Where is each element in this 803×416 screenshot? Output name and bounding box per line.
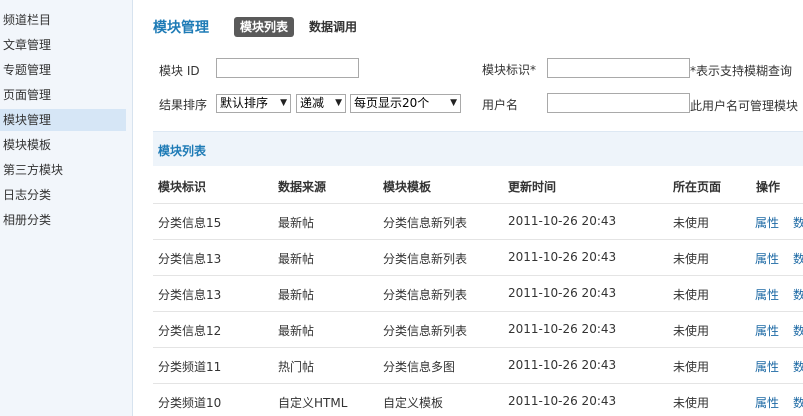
sidebar-item-channel[interactable]: 频道栏目 xyxy=(0,9,126,31)
table-row: 分类信息13 最新帖 分类信息新列表 2011-10-26 20:43 未使用 … xyxy=(153,239,803,275)
properties-link[interactable]: 属性 xyxy=(755,394,779,411)
data-link[interactable]: 数 xyxy=(793,286,803,303)
username-hint: 此用户名可管理模块 xyxy=(690,99,799,113)
sidebar-item-module-templates[interactable]: 模块模板 xyxy=(0,134,126,156)
username-label: 用户名 xyxy=(482,98,519,112)
module-mark-hint: *表示支持模糊查询 xyxy=(690,64,793,78)
cell-template: 自定义模板 xyxy=(383,396,444,410)
sidebar-item-album-categories[interactable]: 相册分类 xyxy=(0,209,126,231)
section-title: 模块列表 xyxy=(158,144,207,158)
table-row: 分类频道10 自定义HTML 自定义模板 2011-10-26 20:43 未使… xyxy=(153,383,803,416)
sidebar-item-blog-categories[interactable]: 日志分类 xyxy=(0,184,126,206)
column-header-mark: 模块标识 xyxy=(158,180,207,194)
module-mark-label-text: 模块标识 xyxy=(482,63,531,77)
cell-mark: 分类频道10 xyxy=(158,396,222,410)
cell-mark: 分类频道11 xyxy=(158,360,222,374)
data-link[interactable]: 数 xyxy=(793,394,803,411)
table-row: 分类信息12 最新帖 分类信息新列表 2011-10-26 20:43 未使用 … xyxy=(153,311,803,347)
cell-updated: 2011-10-26 20:43 xyxy=(508,394,617,408)
data-link[interactable]: 数 xyxy=(793,358,803,375)
sidebar: 频道栏目 文章管理 专题管理 页面管理 模块管理 模块模板 第三方模块 日志分类… xyxy=(0,0,133,416)
dropdown-arrow-icon: ▼ xyxy=(450,98,457,108)
cell-page: 未使用 xyxy=(673,288,710,302)
column-header-updated: 更新时间 xyxy=(508,180,557,194)
sort-select[interactable]: 默认排序 ▼ xyxy=(216,94,291,113)
cell-updated: 2011-10-26 20:43 xyxy=(508,358,617,372)
data-link[interactable]: 数 xyxy=(793,250,803,267)
per-page-select[interactable]: 每页显示20个 ▼ xyxy=(350,94,461,113)
module-mark-label: 模块标识* xyxy=(482,61,536,78)
cell-updated: 2011-10-26 20:43 xyxy=(508,322,617,336)
cell-template: 分类信息多图 xyxy=(383,360,456,374)
tab-data-call[interactable]: 数据调用 xyxy=(303,17,363,37)
module-mark-input[interactable] xyxy=(547,58,690,78)
cell-source: 热门帖 xyxy=(278,360,315,374)
module-id-label: 模块 ID xyxy=(159,64,200,78)
properties-link[interactable]: 属性 xyxy=(755,214,779,231)
cell-template: 分类信息新列表 xyxy=(383,324,468,338)
sidebar-item-topics[interactable]: 专题管理 xyxy=(0,59,126,81)
column-header-actions: 操作 xyxy=(756,180,781,194)
cell-page: 未使用 xyxy=(673,216,710,230)
cell-page: 未使用 xyxy=(673,360,710,374)
module-list-section-header: 模块列表 xyxy=(153,131,803,166)
cell-mark: 分类信息12 xyxy=(158,324,222,338)
cell-source: 最新帖 xyxy=(278,252,315,266)
properties-link[interactable]: 属性 xyxy=(755,358,779,375)
table-row: 分类信息13 最新帖 分类信息新列表 2011-10-26 20:43 未使用 … xyxy=(153,275,803,311)
cell-updated: 2011-10-26 20:43 xyxy=(508,214,617,228)
table-row: 分类信息15 最新帖 分类信息新列表 2011-10-26 20:43 未使用 … xyxy=(153,203,803,239)
properties-link[interactable]: 属性 xyxy=(755,286,779,303)
sidebar-item-modules[interactable]: 模块管理 xyxy=(0,109,126,131)
column-header-page: 所在页面 xyxy=(673,180,722,194)
cell-source: 最新帖 xyxy=(278,324,315,338)
data-link[interactable]: 数 xyxy=(793,214,803,231)
properties-link[interactable]: 属性 xyxy=(755,322,779,339)
sort-select-value: 默认排序 xyxy=(220,96,269,110)
cell-source: 最新帖 xyxy=(278,288,315,302)
cell-source: 最新帖 xyxy=(278,216,315,230)
cell-page: 未使用 xyxy=(673,396,710,410)
cell-template: 分类信息新列表 xyxy=(383,288,468,302)
table-row: 分类频道11 热门帖 分类信息多图 2011-10-26 20:43 未使用 属… xyxy=(153,347,803,383)
cell-updated: 2011-10-26 20:43 xyxy=(508,250,617,264)
sort-label: 结果排序 xyxy=(159,98,208,112)
sidebar-item-articles[interactable]: 文章管理 xyxy=(0,34,126,56)
username-input[interactable] xyxy=(547,93,690,113)
cell-page: 未使用 xyxy=(673,252,710,266)
order-select[interactable]: 递减 ▼ xyxy=(296,94,346,113)
sidebar-item-third-party[interactable]: 第三方模块 xyxy=(0,159,126,181)
properties-link[interactable]: 属性 xyxy=(755,250,779,267)
cell-template: 分类信息新列表 xyxy=(383,252,468,266)
per-page-select-value: 每页显示20个 xyxy=(354,96,430,110)
cell-mark: 分类信息13 xyxy=(158,252,222,266)
cell-mark: 分类信息13 xyxy=(158,288,222,302)
cell-updated: 2011-10-26 20:43 xyxy=(508,286,617,300)
cell-page: 未使用 xyxy=(673,324,710,338)
dropdown-arrow-icon: ▼ xyxy=(335,98,342,108)
order-select-value: 递减 xyxy=(300,96,325,110)
module-id-input[interactable] xyxy=(216,58,359,78)
column-header-template: 模块模板 xyxy=(383,180,432,194)
dropdown-arrow-icon: ▼ xyxy=(280,98,287,108)
data-link[interactable]: 数 xyxy=(793,322,803,339)
column-header-source: 数据来源 xyxy=(278,180,327,194)
tab-module-list[interactable]: 模块列表 xyxy=(234,17,295,37)
page-title: 模块管理 xyxy=(153,20,209,36)
cell-template: 分类信息新列表 xyxy=(383,216,468,230)
required-asterisk: * xyxy=(530,63,537,77)
main-content: 模块管理 模块列表 数据调用 模块 ID 模块标识* *表示支持模糊查询 结果排… xyxy=(133,0,803,416)
sidebar-item-pages[interactable]: 页面管理 xyxy=(0,84,126,106)
cell-mark: 分类信息15 xyxy=(158,216,222,230)
cell-source: 自定义HTML xyxy=(278,396,348,410)
